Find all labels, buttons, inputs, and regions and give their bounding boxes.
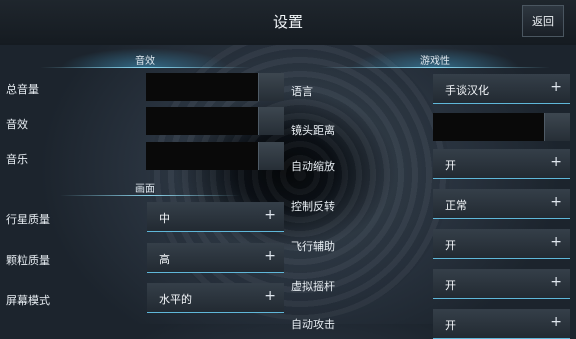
music-volume-slider[interactable]	[146, 142, 284, 170]
plus-icon: +	[550, 194, 562, 210]
camera-distance-slider[interactable]	[433, 113, 570, 141]
virtual-joystick-dropdown[interactable]: 开 +	[433, 269, 570, 299]
flight-assist-label: 飞行辅助	[291, 240, 335, 253]
particle-quality-dropdown[interactable]: 高 +	[147, 243, 284, 273]
auto-attack-dropdown[interactable]: 开 +	[433, 309, 570, 339]
master-volume-label: 总音量	[6, 83, 39, 96]
slider-handle[interactable]	[258, 142, 284, 170]
sfx-volume-label: 音效	[6, 118, 28, 131]
plus-icon: +	[550, 154, 562, 170]
top-bar: 设置 返回	[0, 0, 576, 45]
game-header-line	[320, 67, 550, 68]
auto-attack-label: 自动攻击	[291, 318, 335, 331]
language-value: 手谈汉化	[445, 84, 489, 97]
flight-assist-dropdown[interactable]: 开 +	[433, 229, 570, 259]
slider-handle[interactable]	[258, 73, 284, 101]
auto-zoom-value: 开	[445, 159, 456, 172]
section-header-game: 游戏性	[420, 56, 450, 67]
graphics-header-line	[60, 195, 240, 196]
virtual-joystick-label: 虚拟摇杆	[291, 280, 335, 293]
music-volume-label: 音乐	[6, 153, 28, 166]
planet-quality-value: 中	[159, 212, 170, 225]
invert-controls-value: 正常	[445, 199, 467, 212]
screen-mode-value: 水平的	[159, 293, 192, 306]
page-title: 设置	[272, 13, 303, 31]
plus-icon: +	[550, 274, 562, 290]
flight-assist-value: 开	[445, 239, 456, 252]
auto-attack-value: 开	[445, 319, 456, 332]
sfx-volume-slider[interactable]	[146, 107, 284, 135]
back-button[interactable]: 返回	[522, 5, 564, 37]
virtual-joystick-value: 开	[445, 279, 456, 292]
plus-icon: +	[550, 314, 562, 330]
planet-quality-dropdown[interactable]: 中 +	[147, 202, 284, 232]
master-volume-slider[interactable]	[146, 73, 284, 101]
plus-icon: +	[550, 79, 562, 95]
language-label: 语言	[291, 85, 313, 98]
audio-header-line	[40, 67, 250, 68]
auto-zoom-label: 自动缩放	[291, 160, 335, 173]
plus-icon: +	[264, 288, 276, 304]
invert-controls-label: 控制反转	[291, 200, 335, 213]
language-dropdown[interactable]: 手谈汉化 +	[433, 74, 570, 104]
particle-quality-label: 颗粒质量	[6, 254, 50, 267]
particle-quality-value: 高	[159, 253, 170, 266]
plus-icon: +	[264, 207, 276, 223]
slider-handle[interactable]	[544, 113, 570, 141]
plus-icon: +	[550, 234, 562, 250]
slider-handle[interactable]	[258, 107, 284, 135]
screen-mode-dropdown[interactable]: 水平的 +	[147, 283, 284, 313]
section-header-graphics: 画面	[135, 184, 155, 195]
camera-distance-label: 镜头距离	[291, 124, 335, 137]
plus-icon: +	[264, 248, 276, 264]
screen-mode-label: 屏幕模式	[6, 294, 50, 307]
auto-zoom-dropdown[interactable]: 开 +	[433, 149, 570, 179]
planet-quality-label: 行星质量	[6, 213, 50, 226]
invert-controls-dropdown[interactable]: 正常 +	[433, 189, 570, 219]
section-header-audio: 音效	[135, 56, 155, 67]
